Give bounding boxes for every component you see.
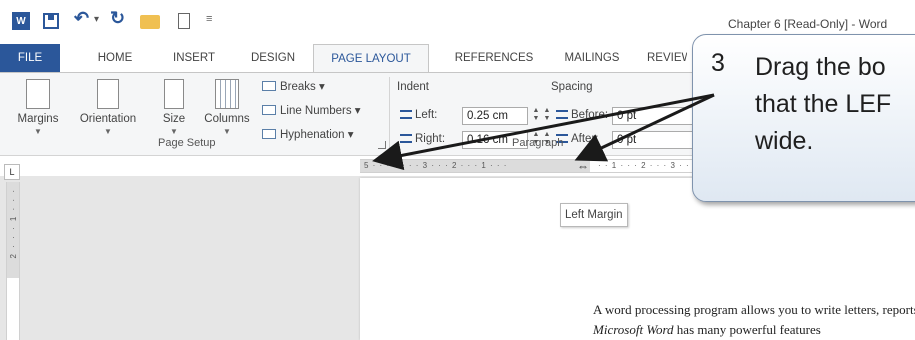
chevron-down-icon: ▼ <box>223 127 231 136</box>
tab-file[interactable]: FILE <box>0 44 60 72</box>
new-document-icon[interactable] <box>178 13 190 29</box>
line-numbers-icon <box>262 105 276 115</box>
line-numbers-label: Line Numbers <box>280 105 352 117</box>
size-button[interactable]: Size ▼ <box>154 79 194 136</box>
orientation-icon <box>97 79 119 109</box>
size-label: Size <box>162 113 186 125</box>
vertical-ruler-ticks: 2 · · · 1 · · · <box>9 188 18 259</box>
group-label-paragraph: Paragraph <box>512 137 564 149</box>
window-title: Chapter 6 [Read-Only] - Word <box>728 17 888 31</box>
tab-insert[interactable]: INSERT <box>168 44 220 72</box>
columns-button[interactable]: Columns ▼ <box>196 79 258 136</box>
orientation-button[interactable]: Orientation ▼ <box>70 79 146 136</box>
margins-label: Margins <box>17 113 59 125</box>
columns-icon <box>215 79 239 109</box>
save-icon[interactable] <box>43 13 59 29</box>
redo-icon[interactable]: ↻ <box>110 8 125 28</box>
spacing-before-icon <box>556 110 568 119</box>
left-margin-handle[interactable]: ⇔ <box>576 160 590 172</box>
chevron-down-icon: ▼ <box>170 127 178 136</box>
indent-right-icon <box>400 134 412 143</box>
tab-review[interactable]: REVIEW <box>647 44 687 72</box>
breaks-label: Breaks <box>280 81 316 93</box>
chevron-down-icon: ▼ <box>104 127 112 136</box>
breaks-icon <box>262 81 276 91</box>
hyphenation-icon <box>262 129 276 139</box>
undo-dropdown-icon[interactable]: ▾ <box>94 14 99 34</box>
spacing-after-input[interactable]: 0 pt <box>612 131 696 149</box>
spacing-label: Spacing <box>551 81 593 93</box>
tab-home[interactable]: HOME <box>90 44 140 72</box>
indent-left-spinner[interactable]: ▲ ▼ <box>531 107 541 125</box>
tab-selector[interactable]: L <box>4 164 20 180</box>
instruction-callout: 3 Drag the bo that the LEF wide. <box>692 34 915 202</box>
indent-left-input[interactable]: 0.25 cm <box>462 107 528 125</box>
group-label-page-setup: Page Setup <box>158 137 216 149</box>
document-text-rest: has many powerful features <box>673 322 821 337</box>
word-icon: W <box>12 12 30 30</box>
group-divider <box>389 77 390 151</box>
indent-right-text: Right: <box>415 133 446 145</box>
indent-left-label: Left: <box>400 109 437 121</box>
document-text-line[interactable]: Microsoft Word has many powerful feature… <box>593 322 821 338</box>
size-icon <box>164 79 184 109</box>
undo-icon[interactable]: ↶ <box>74 8 89 28</box>
ruler-ticks-left: 5 · · · 4 · · · 3 · · · 2 · · · 1 · · · <box>364 161 508 170</box>
spacing-before-text: Before: <box>571 109 609 121</box>
tab-mailings[interactable]: MAILINGS <box>561 44 623 72</box>
indent-left-icon <box>400 110 412 119</box>
margins-button[interactable]: Margins ▼ <box>8 79 68 136</box>
document-text-line[interactable]: A word processing program allows you to … <box>593 302 915 318</box>
margins-icon <box>26 79 50 109</box>
spacing-before-spinner[interactable]: ▲ ▼ <box>542 107 552 125</box>
hyphenation-label: Hyphenation <box>280 129 345 141</box>
hyphenation-button[interactable]: Hyphenation ▾ <box>262 127 354 141</box>
tab-design[interactable]: DESIGN <box>248 44 298 72</box>
vertical-ruler[interactable]: 2 · · · 1 · · · <box>6 182 20 340</box>
chevron-down-icon: ▼ <box>34 127 42 136</box>
left-margin-tooltip: Left Margin <box>560 203 628 227</box>
spacing-before-input[interactable]: 0 pt <box>612 107 696 125</box>
indent-right-label: Right: <box>400 133 445 145</box>
document-text-italic: Microsoft Word <box>593 322 674 337</box>
indent-label: Indent <box>397 81 429 93</box>
tab-references[interactable]: REFERENCES <box>452 44 536 72</box>
customize-toolbar-icon[interactable]: ≡ <box>206 13 212 33</box>
line-numbers-button[interactable]: Line Numbers ▾ <box>262 103 361 117</box>
open-folder-icon[interactable] <box>140 15 160 29</box>
callout-step-number: 3 <box>711 49 725 77</box>
columns-label: Columns <box>204 113 250 125</box>
tab-page-layout[interactable]: PAGE LAYOUT <box>313 44 429 73</box>
dialog-launcher-icon[interactable] <box>378 141 386 149</box>
orientation-label: Orientation <box>79 113 137 125</box>
indent-left-text: Left: <box>415 109 438 121</box>
callout-text: Drag the bo that the LEF wide. <box>755 53 892 155</box>
breaks-button[interactable]: Breaks ▾ <box>262 79 325 93</box>
spacing-before-label: Before: <box>556 109 608 121</box>
spacing-after-text: After: <box>571 133 599 145</box>
